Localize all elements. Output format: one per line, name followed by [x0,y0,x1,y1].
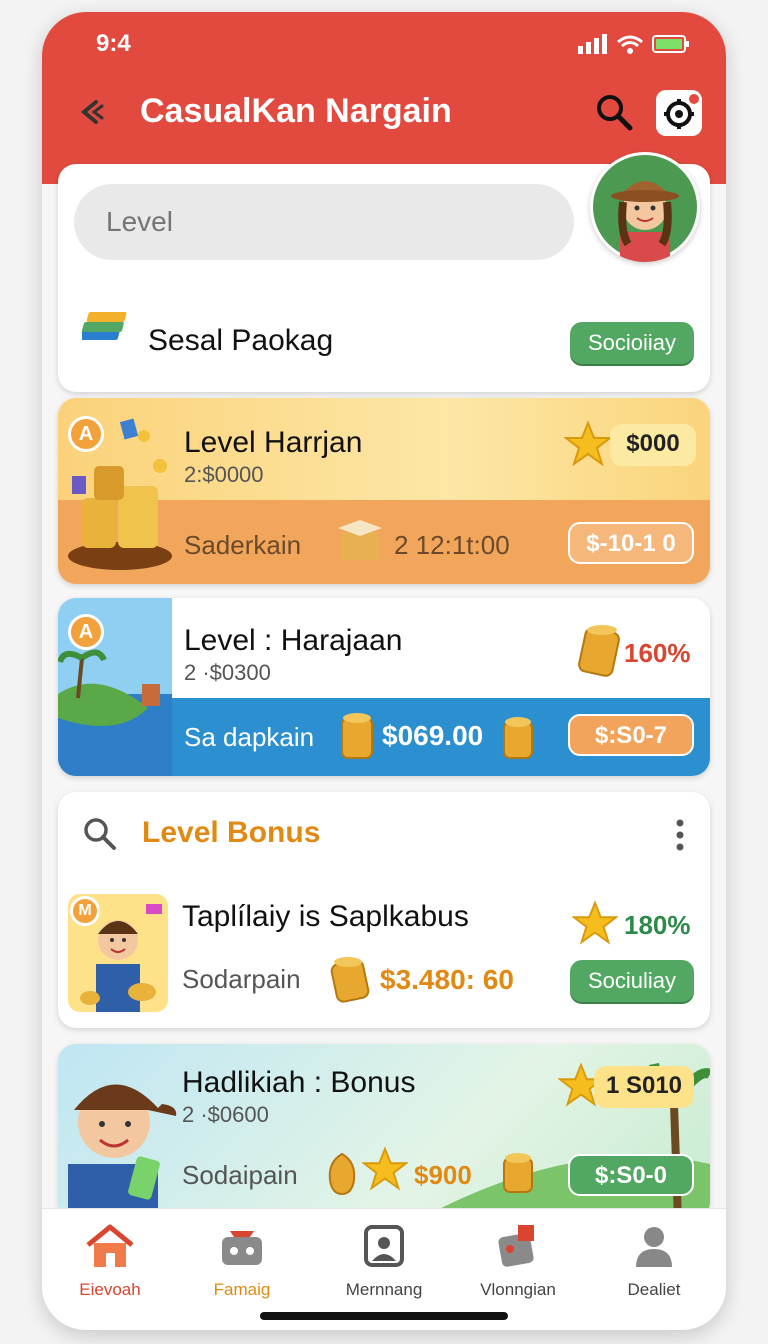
offer-reward: $000 [610,424,696,466]
coin-jar-icon [578,625,620,677]
bonus-item-title: Taplílaiy is Saplkabus [182,900,469,933]
nav-label: Mernnang [345,1280,423,1299]
bonus-item-value: $3.480: 60 [380,964,514,995]
offer-reward: 160% [624,638,691,668]
more-options-icon[interactable] [670,818,690,852]
bonus-title: Level Bonus [142,816,321,849]
bonus-item-button[interactable]: Sociuliay [570,960,694,1002]
nav-label: Famaig [213,1280,271,1299]
nav-label: Eievoah [79,1280,141,1299]
box-icon [338,520,382,560]
status-icons [578,34,690,54]
photo-icon [364,1225,404,1267]
player-avatar-icon [68,1084,177,1220]
home-icon [86,1224,134,1267]
package-button[interactable]: Socioiiay [570,322,694,364]
offer-strip-label: Sa dapkain [184,722,315,752]
promo-price: 2 ·$0600 [182,1102,269,1127]
bonus-badge: M [70,896,100,926]
offer-strip-value: 2 12:1t:00 [394,530,510,560]
status-time: 9:4 [96,30,131,57]
signal-icon [578,34,607,54]
offer-card[interactable]: A Level : Harajaan 2 ·$0300 Sa dapkain $… [58,598,710,776]
stack-icon [82,312,127,340]
bonus-item-reward: 180% [624,910,691,940]
search-icon[interactable] [592,90,636,134]
phone-frame: 9:4 CasualKan Nargain Sesal Paokag Socio… [42,12,726,1330]
star-icon [572,900,618,945]
offer-title: Level : Harajaan [184,624,403,657]
nav-item-profile[interactable]: Dealiet [594,1223,714,1300]
settings-button[interactable] [656,90,702,136]
offer-strip-label: Saderkain [184,530,302,560]
bonus-thumbnail: M [68,894,168,1012]
coin-jar-icon [503,1153,533,1193]
star-icon [564,420,612,467]
package-label: Sesal Paokag [148,324,334,357]
offer-badge: A [68,614,104,650]
profile-icon [636,1227,672,1267]
offer-price-pill[interactable]: $:S0-7 [568,714,694,756]
nav-item-shop[interactable]: Famaig [182,1223,302,1300]
promo-value: $900 [414,1160,472,1190]
wifi-icon [617,35,643,54]
nav-item-gifts[interactable]: Vlonngian [458,1223,578,1300]
promo-title: Hadlikiah : Bonus [182,1066,416,1099]
gift-icon [498,1225,534,1267]
offer-card[interactable]: A Level Harrjan 2:$0000 Saderkain 2 12:1… [58,398,710,584]
shop-icon [222,1231,262,1265]
battery-icon [652,35,689,53]
avatar[interactable] [590,152,700,262]
nav-label: Dealiet [627,1280,681,1299]
explorer-avatar-icon [593,155,697,262]
promo-card[interactable]: Hadlikiah : Bonus 2 ·$0600 Sodaipain $90… [58,1044,710,1220]
bonus-card: Level Bonus M Taplílaiy is Saplkabus Sod… [58,792,710,1028]
offer-price-pill[interactable]: $-10-1 0 [568,522,694,564]
promo-reward: 1 S010 [594,1066,694,1108]
offer-strip-value: $069.00 [382,720,484,751]
search-icon[interactable] [82,816,118,852]
nav-item-gallery[interactable]: Mernnang [324,1223,444,1300]
promo-price-pill[interactable]: $:S0-0 [568,1154,694,1196]
money-bag-icon [328,1152,356,1196]
gear-icon [664,94,699,129]
coin-jar-icon [503,717,533,759]
offer-title: Level Harrjan [184,426,363,459]
promo-label: Sodaipain [182,1160,298,1190]
back-arrow-icon[interactable] [72,92,112,132]
coin-jar-icon [330,957,370,1003]
home-indicator[interactable] [260,1312,508,1320]
level-search-input[interactable] [74,184,574,260]
star-icon [362,1146,408,1191]
offer-price: 2 ·$0300 [184,660,271,685]
coin-jar-icon [341,713,373,759]
nav-label: Vlonngian [480,1280,556,1299]
nav-item-home[interactable]: Eievoah [50,1223,170,1300]
offer-badge: A [68,416,104,452]
app-title: CasualKan Nargain [140,92,452,130]
offer-price: 2:$0000 [184,462,264,487]
bonus-item-label: Sodarpain [182,964,301,994]
